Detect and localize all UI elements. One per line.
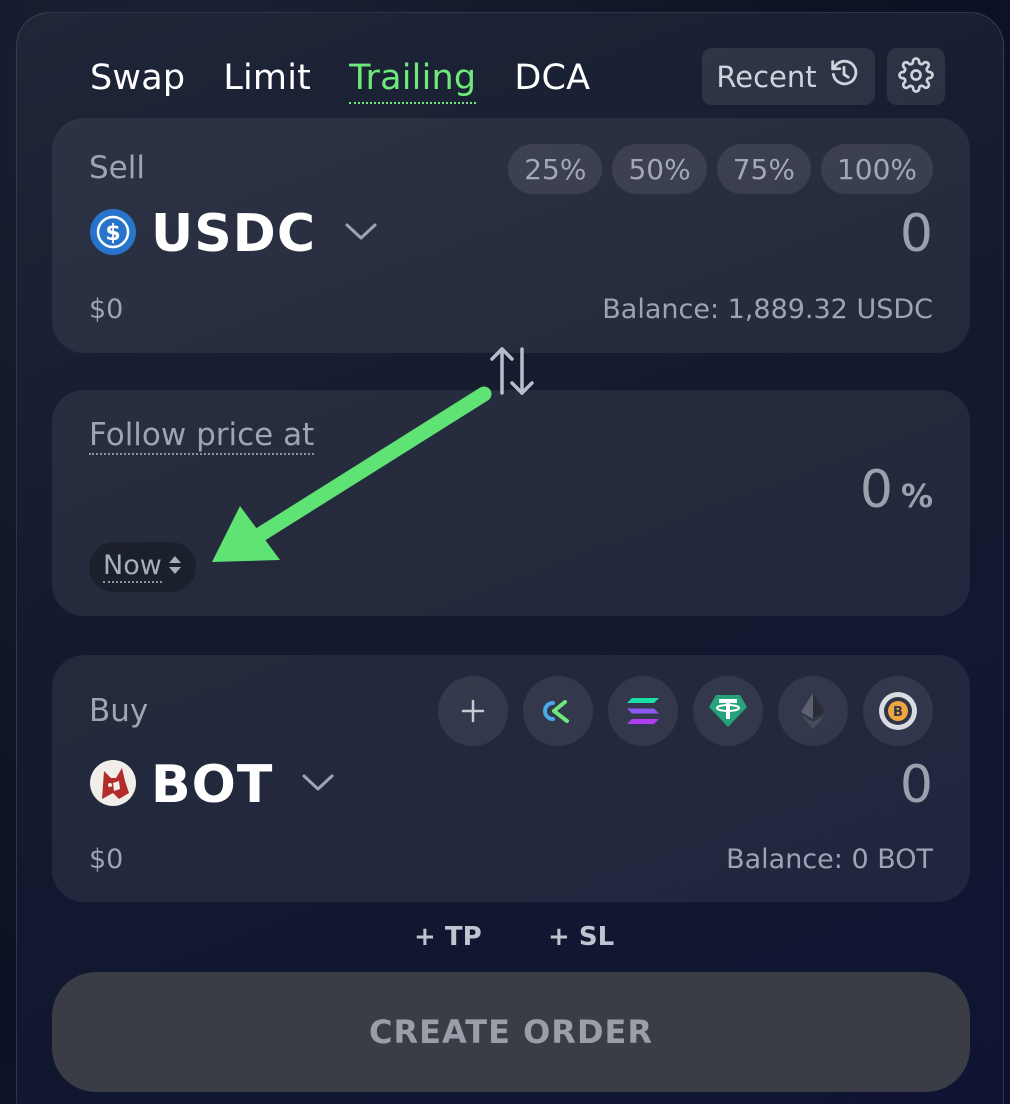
sell-token-selector[interactable]: $ USDC	[89, 204, 378, 264]
create-order-button[interactable]: CREATE ORDER	[52, 972, 970, 1092]
ok-token-icon[interactable]	[523, 676, 593, 746]
tether-icon[interactable]	[693, 676, 763, 746]
add-stop-loss-button[interactable]: + SL	[548, 922, 614, 952]
recent-button[interactable]: Recent	[702, 48, 875, 105]
add-token-icon[interactable]	[438, 676, 508, 746]
buy-usd-value: $0	[89, 844, 124, 875]
settings-button[interactable]	[887, 48, 945, 105]
history-icon	[827, 56, 861, 97]
bot-dog-icon	[89, 759, 137, 811]
gear-icon	[898, 56, 934, 97]
percent-unit: %	[900, 477, 933, 515]
timing-value: Now	[103, 550, 162, 583]
order-type-tabs: Swap Limit Trailing DCA	[90, 52, 590, 104]
follow-price-label: Follow price at	[89, 416, 315, 455]
sell-label: Sell	[89, 150, 145, 186]
add-take-profit-button[interactable]: + TP	[414, 922, 482, 952]
trailing-percent-input[interactable]: 0 %	[860, 460, 933, 520]
tab-dca[interactable]: DCA	[514, 52, 590, 104]
timing-selector[interactable]: Now	[89, 542, 196, 592]
percent-75-button[interactable]: 75%	[716, 144, 811, 194]
svg-text:B: B	[893, 705, 903, 720]
tab-limit[interactable]: Limit	[223, 52, 311, 104]
buy-card: Buy B BOT 0 $0 Balance: 0 BOT	[52, 655, 970, 902]
chevron-down-icon	[344, 222, 378, 246]
percent-50-button[interactable]: 50%	[612, 144, 707, 194]
buy-amount-input[interactable]: 0	[900, 755, 933, 815]
trailing-percent-value: 0	[859, 460, 893, 520]
percent-100-button[interactable]: 100%	[820, 144, 933, 194]
sell-usd-value: $0	[89, 294, 124, 325]
tab-trailing[interactable]: Trailing	[349, 52, 477, 104]
sort-updown-icon	[168, 554, 182, 580]
chevron-down-icon	[301, 773, 335, 797]
buy-label: Buy	[89, 693, 149, 729]
sell-amount-input[interactable]: 0	[900, 204, 933, 264]
quick-token-row: B	[438, 676, 933, 746]
buy-token-selector[interactable]: BOT	[89, 755, 335, 815]
recent-label: Recent	[716, 59, 817, 94]
sell-card: Sell 25% 50% 75% 100% $ USDC 0 $0 Balanc…	[52, 118, 970, 353]
solana-icon[interactable]	[608, 676, 678, 746]
buy-token-name: BOT	[151, 755, 274, 815]
svg-text:$: $	[105, 221, 120, 246]
follow-price-card: Follow price at 0 % Now	[52, 390, 970, 616]
usdc-icon: $	[89, 208, 137, 260]
percent-25-button[interactable]: 25%	[508, 144, 603, 194]
percent-buttons: 25% 50% 75% 100%	[508, 144, 933, 194]
buy-balance: Balance: 0 BOT	[726, 844, 933, 875]
tab-swap[interactable]: Swap	[90, 52, 185, 104]
sell-token-name: USDC	[151, 204, 317, 264]
sell-balance: Balance: 1,889.32 USDC	[602, 294, 933, 325]
ethereum-icon[interactable]	[778, 676, 848, 746]
follow-price-label-text: Follow price at	[89, 417, 315, 455]
bitcoin-icon[interactable]: B	[863, 676, 933, 746]
